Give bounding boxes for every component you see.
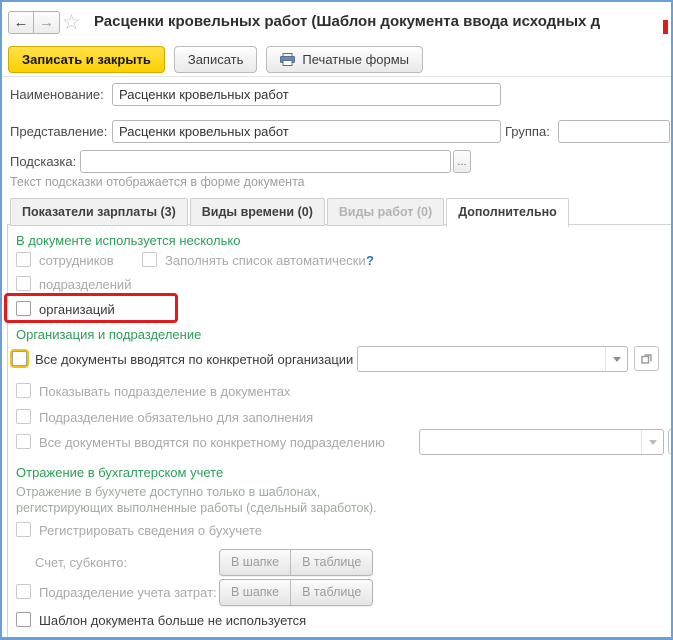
register-accounting-checkbox	[16, 522, 31, 537]
toolbar-separator	[2, 76, 673, 77]
forward-arrow-icon: →	[39, 14, 54, 31]
tab-salary-indicators[interactable]: Показатели зарплаты (3)	[10, 198, 188, 226]
presentation-label: Представление:	[10, 124, 107, 139]
toolbar: Записать и закрыть Записать Печатные фор…	[8, 46, 423, 73]
dept-costs-label: Подразделение учета затрат:	[39, 585, 217, 600]
departments-checkbox	[16, 276, 31, 291]
employees-label: сотрудников	[39, 253, 114, 268]
tab-bar: Показатели зарплаты (3) Виды времени (0)…	[10, 198, 571, 226]
specific-org-label: Все документы вводятся по конкретной орг…	[35, 352, 353, 367]
show-dept-checkbox	[16, 383, 31, 398]
back-button[interactable]: ←	[8, 11, 34, 34]
account-subconto-label: Счет, субконто:	[35, 555, 127, 570]
specific-dept-dropdown-button	[641, 430, 663, 454]
employees-checkbox	[16, 252, 31, 267]
account-placement-toggle: В шапке В таблице	[219, 549, 373, 576]
back-arrow-icon: ←	[14, 14, 29, 31]
forward-button[interactable]: →	[34, 11, 60, 34]
organizations-checkbox[interactable]	[16, 301, 31, 316]
autofill-help-link[interactable]: ?	[366, 253, 374, 268]
hint-picker-button[interactable]: ...	[453, 150, 471, 173]
section-header-accounting: Отражение в бухгалтерском учете	[16, 465, 223, 480]
print-forms-button[interactable]: Печатные формы	[266, 46, 423, 73]
hint-label: Подсказка:	[10, 154, 76, 169]
tab-work-types: Виды работ (0)	[327, 198, 444, 226]
show-dept-label: Показывать подразделение в документах	[39, 384, 290, 399]
open-picker-icon	[640, 352, 653, 365]
save-and-close-button[interactable]: Записать и закрыть	[8, 46, 165, 73]
name-label: Наименование:	[10, 87, 104, 102]
name-input[interactable]	[112, 83, 501, 106]
specific-dept-label: Все документы вводятся по конкретному по…	[39, 435, 385, 450]
document-template-window: ← → ☆ Расценки кровельных работ (Шаблон …	[0, 0, 673, 640]
dept-costs-checkbox	[16, 584, 31, 599]
group-label: Группа:	[505, 124, 550, 139]
departments-label: подразделений	[39, 277, 131, 292]
chevron-down-icon	[613, 357, 621, 362]
specific-org-open-button[interactable]	[634, 346, 659, 371]
hint-note: Текст подсказки отображается в форме док…	[10, 175, 305, 189]
dept-costs-in-header-button: В шапке	[220, 580, 291, 605]
page-title: Расценки кровельных работ (Шаблон докуме…	[94, 13, 666, 30]
dept-costs-placement-toggle: В шапке В таблице	[219, 579, 373, 606]
hint-input[interactable]	[80, 150, 451, 173]
register-accounting-label: Регистрировать сведения о бухучете	[39, 523, 262, 538]
specific-org-combo[interactable]	[357, 346, 628, 372]
chevron-down-icon	[649, 440, 657, 445]
clipped-annotation-mark	[663, 20, 668, 34]
specific-org-dropdown-button[interactable]	[605, 347, 627, 371]
autofill-checkbox	[142, 252, 157, 267]
section-header-multi: В документе используется несколько	[16, 233, 240, 248]
autofill-label: Заполнять список автоматически	[165, 253, 366, 268]
presentation-input[interactable]	[112, 120, 501, 143]
accounting-note-line2: регистрирующих выполненные работы (сдель…	[16, 501, 377, 515]
specific-dept-combo	[419, 429, 664, 455]
organizations-label: организаций	[39, 302, 115, 317]
specific-dept-checkbox	[16, 434, 31, 449]
specific-dept-open-button	[668, 429, 673, 454]
accounting-note-line1: Отражение в бухучете доступно только в ш…	[16, 485, 320, 499]
obsolete-label: Шаблон документа больше не используется	[39, 613, 306, 628]
print-forms-label: Печатные формы	[302, 52, 409, 67]
dept-required-label: Подразделение обязательно для заполнения	[39, 410, 313, 425]
specific-org-checkbox[interactable]	[12, 351, 27, 366]
nav-button-group: ← →	[8, 11, 60, 34]
favorites-star-icon[interactable]: ☆	[62, 10, 81, 35]
account-in-header-button: В шапке	[220, 550, 291, 575]
save-button[interactable]: Записать	[174, 46, 258, 73]
tab-time-types[interactable]: Виды времени (0)	[190, 198, 325, 226]
printer-icon	[280, 53, 295, 66]
dept-costs-in-table-button: В таблице	[291, 580, 372, 605]
obsolete-checkbox[interactable]	[16, 612, 31, 627]
tab-additional[interactable]: Дополнительно	[446, 198, 569, 227]
account-in-table-button: В таблице	[291, 550, 372, 575]
group-input[interactable]	[558, 120, 670, 143]
section-header-org: Организация и подразделение	[16, 327, 201, 342]
dept-required-checkbox	[16, 409, 31, 424]
